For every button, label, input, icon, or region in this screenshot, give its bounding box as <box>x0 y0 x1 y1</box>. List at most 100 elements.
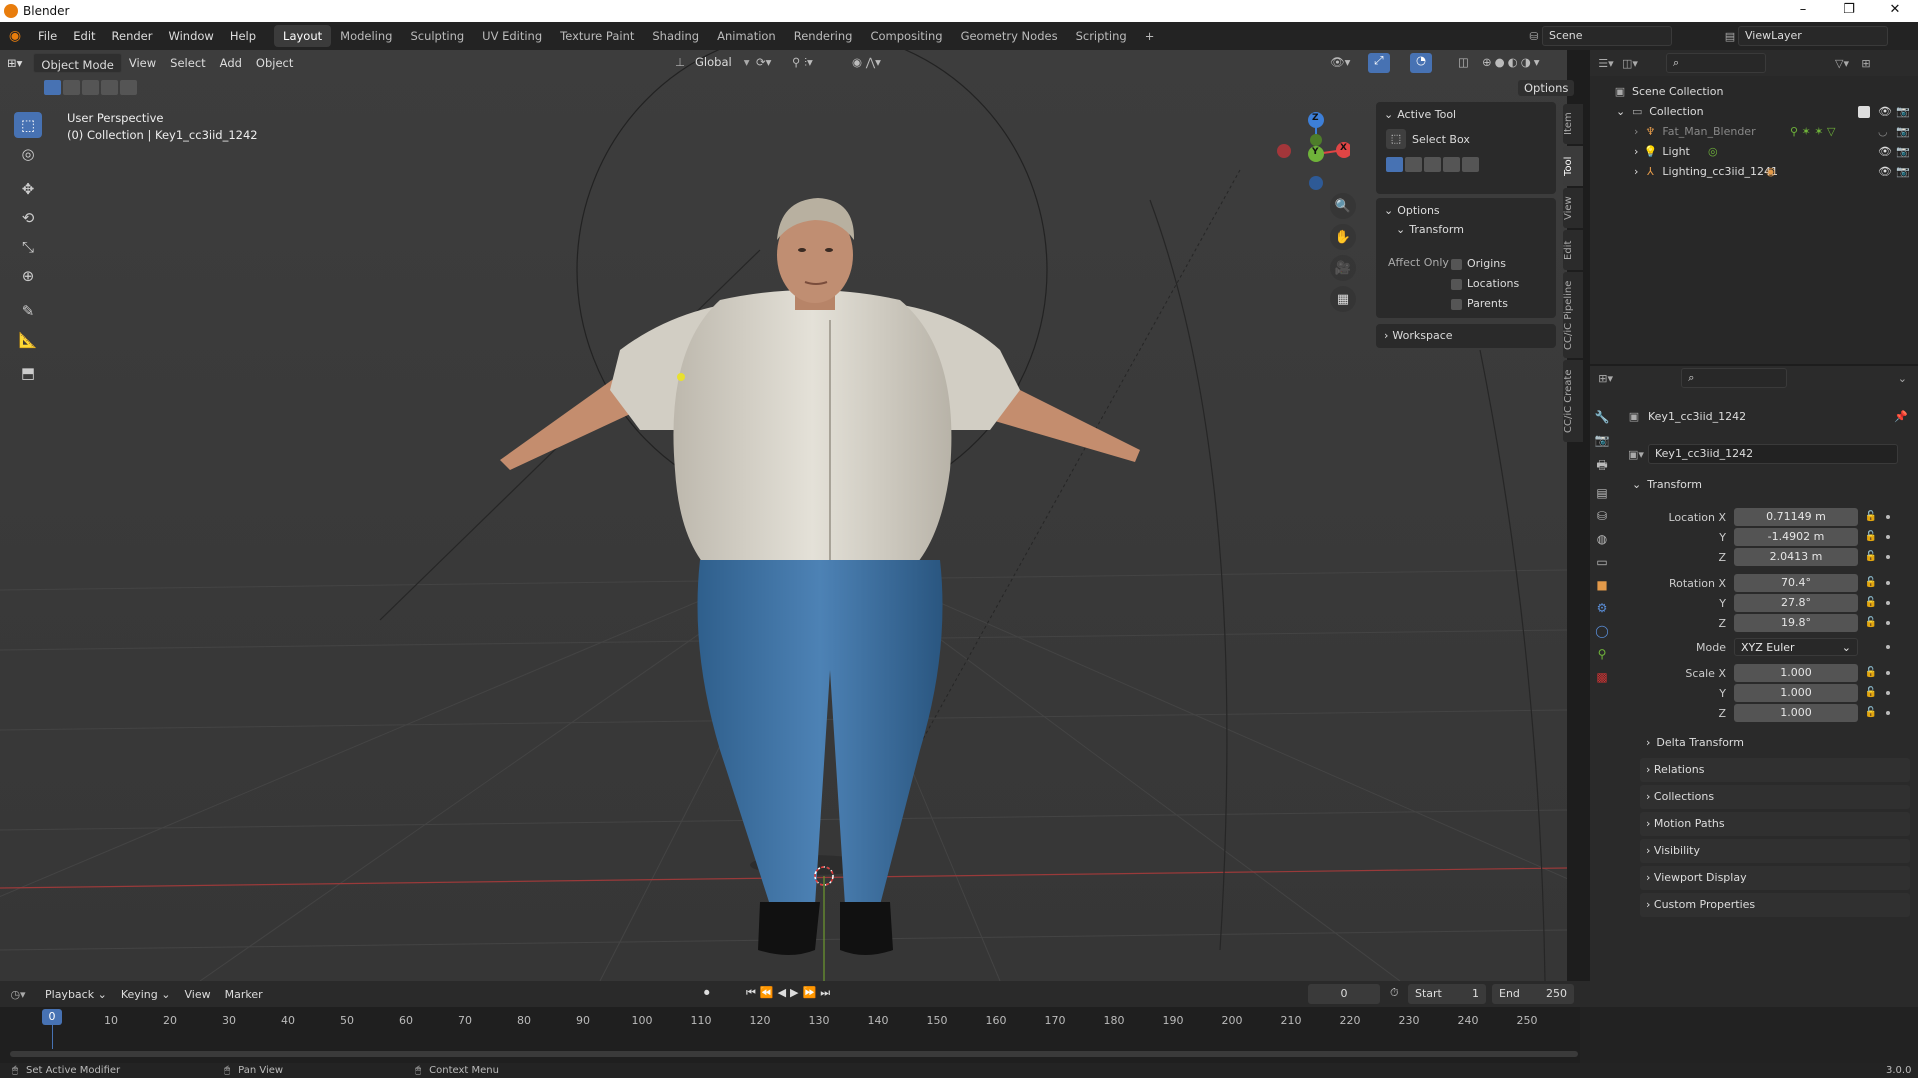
sidebar-tab-item[interactable]: Item <box>1563 104 1583 144</box>
viewport-options-button[interactable]: Options <box>1518 80 1575 96</box>
blender-menu-icon[interactable]: ◉ <box>0 28 30 44</box>
outliner-item-light[interactable]: › 💡 Light ◎ 👁 📷 <box>1590 142 1918 162</box>
select-box-tool-icon[interactable]: ⬚ <box>14 112 42 138</box>
snap-icon[interactable]: ⚲ ⫶▾ <box>792 55 813 70</box>
add-cube-tool-icon[interactable]: ⬒ <box>14 360 42 386</box>
start-frame-field[interactable]: Start 1 <box>1408 984 1486 1004</box>
relations-panel-header[interactable]: › Relations <box>1640 758 1910 782</box>
menu-render[interactable]: Render <box>104 22 161 50</box>
shading-mode-icons[interactable]: ⊕●◐◑▾ <box>1482 55 1543 69</box>
workspace-tab-scripting[interactable]: Scripting <box>1067 25 1136 47</box>
eye-icon[interactable]: 👁 <box>1878 142 1892 162</box>
timeline-menu-keying[interactable]: Keying ⌄ <box>114 986 178 1003</box>
object-datablock-icon[interactable]: ▣▾ <box>1628 448 1644 461</box>
workspace-panel-header[interactable]: › Workspace <box>1376 324 1556 348</box>
keyframe-dot-icon[interactable] <box>1886 515 1890 519</box>
eye-hidden-icon[interactable]: ◡ <box>1878 122 1888 142</box>
sidebar-tab-tool[interactable]: Tool <box>1563 146 1583 186</box>
collection-tab-icon[interactable]: ▭ <box>1596 555 1607 569</box>
pan-hand-icon[interactable]: ✋ <box>1330 224 1356 250</box>
lock-icon[interactable]: 🔓 <box>1864 511 1878 523</box>
camera-view-icon[interactable]: 🎥 <box>1330 255 1356 281</box>
rotation-x-field[interactable]: 70.4° <box>1734 574 1858 592</box>
add-workspace-button[interactable]: + <box>1136 25 1164 47</box>
select-extend-icon[interactable] <box>63 80 80 95</box>
workspace-tab-modeling[interactable]: Modeling <box>331 25 401 47</box>
pin-icon[interactable]: 📌 <box>1894 410 1908 423</box>
properties-editor-icon[interactable]: ⊞▾ <box>1598 372 1613 385</box>
tool-mode-extend-icon[interactable] <box>1405 157 1422 172</box>
view-layer-name-field[interactable]: ViewLayer <box>1738 26 1888 46</box>
view-layer-tab-icon[interactable]: ▤ <box>1596 486 1607 500</box>
outliner-collection[interactable]: ⌄ ▭ Collection 👁 📷 <box>1590 102 1918 122</box>
visibility-panel-header[interactable]: › Visibility <box>1640 839 1910 863</box>
workspace-tab-compositing[interactable]: Compositing <box>861 25 951 47</box>
close-button[interactable]: ✕ <box>1872 0 1918 22</box>
timeline-editor-icon[interactable]: ◷▾ <box>10 988 26 1001</box>
object-tab-icon[interactable]: ■ <box>1596 578 1607 592</box>
location-x-field[interactable]: 0.71149 m <box>1734 508 1858 526</box>
timeline-menu-marker[interactable]: Marker <box>218 986 270 1003</box>
lock-icon[interactable]: 🔓 <box>1864 617 1878 629</box>
keyframe-dot-icon[interactable] <box>1886 711 1890 715</box>
viewport-menu-add[interactable]: Add <box>213 54 249 72</box>
lock-icon[interactable]: 🔓 <box>1864 551 1878 563</box>
properties-search-input[interactable]: ⌕ <box>1681 368 1787 388</box>
texture-tab-icon[interactable]: ▩ <box>1596 670 1607 684</box>
scene-selector[interactable]: ⛁ Scene <box>1526 26 1672 46</box>
keyframe-dot-icon[interactable] <box>1886 581 1890 585</box>
sidebar-tab-view[interactable]: View <box>1563 188 1583 228</box>
workspace-tab-sculpting[interactable]: Sculpting <box>401 25 473 47</box>
select-invert-icon[interactable] <box>101 80 118 95</box>
outliner-item-fat-man[interactable]: › ♆ Fat_Man_Blender ⚲ ✶ ✶ ▽ ◡ 📷 <box>1590 122 1918 142</box>
playback-controls[interactable]: ⏮⏪◀▶⏩⏭ <box>746 986 834 1000</box>
location-z-field[interactable]: 2.0413 m <box>1734 548 1858 566</box>
eye-icon[interactable]: 👁 <box>1878 162 1892 182</box>
object-name-field[interactable]: Key1_cc3iid_1242 <box>1648 444 1898 464</box>
outliner-scene-collection[interactable]: ▣ Scene Collection <box>1590 82 1918 102</box>
select-new-icon[interactable] <box>44 80 61 95</box>
viewport-menu-view[interactable]: View <box>122 54 163 72</box>
view-layer-selector[interactable]: ▤ ViewLayer <box>1722 26 1888 46</box>
viewport-menu-object[interactable]: Object <box>249 54 300 72</box>
origins-checkbox[interactable]: Origins <box>1451 254 1519 274</box>
motion-paths-panel-header[interactable]: › Motion Paths <box>1640 812 1910 836</box>
scene-name-field[interactable]: Scene <box>1542 26 1672 46</box>
lock-icon[interactable]: 🔓 <box>1864 577 1878 589</box>
transform-subheader[interactable]: ⌄ Transform <box>1376 223 1556 236</box>
cursor-tool-icon[interactable]: ◎ <box>14 141 42 167</box>
clock-icon[interactable]: ⏱ <box>1390 986 1399 1000</box>
delta-transform-header[interactable]: › Delta Transform <box>1646 736 1744 749</box>
keyframe-dot-icon[interactable] <box>1886 691 1890 695</box>
options-header[interactable]: ⌄ Options <box>1376 198 1556 223</box>
move-tool-icon[interactable]: ✥ <box>14 176 42 202</box>
camera-icon[interactable]: 📷 <box>1896 162 1910 182</box>
eye-icon[interactable]: 👁 <box>1878 102 1892 122</box>
menu-help[interactable]: Help <box>222 22 264 50</box>
viewport-menu-select[interactable]: Select <box>163 54 212 72</box>
visibility-icon[interactable]: 👁▾ <box>1330 55 1350 69</box>
workspace-tab-shading[interactable]: Shading <box>643 25 708 47</box>
scene-tab-icon[interactable]: ⛁ <box>1597 509 1607 523</box>
transform-tool-icon[interactable]: ⊕ <box>14 263 42 289</box>
timeline-menu-view[interactable]: View <box>177 986 217 1003</box>
outliner-editor-icon[interactable]: ☰▾ <box>1598 57 1614 70</box>
keyframe-dot-icon[interactable] <box>1886 555 1890 559</box>
collections-panel-header[interactable]: › Collections <box>1640 785 1910 809</box>
rotation-y-field[interactable]: 27.8° <box>1734 594 1858 612</box>
lock-icon[interactable]: 🔓 <box>1864 707 1878 719</box>
zoom-icon[interactable]: 🔍 <box>1330 193 1356 219</box>
camera-icon[interactable]: 📷 <box>1896 142 1910 162</box>
rotation-z-field[interactable]: 19.8° <box>1734 614 1858 632</box>
keyframe-dot-icon[interactable] <box>1886 535 1890 539</box>
workspace-tab-layout[interactable]: Layout <box>274 25 332 47</box>
annotate-tool-icon[interactable]: ✎ <box>14 298 42 324</box>
gizmo-toggle-icon[interactable]: ⤢ <box>1368 53 1390 73</box>
active-tool-header[interactable]: ⌄ Active Tool <box>1376 102 1556 127</box>
overlay-toggle-icon[interactable]: ◔ <box>1410 53 1432 73</box>
transform-panel-header[interactable]: ⌄ Transform <box>1632 478 1702 491</box>
timeline-menu-playback[interactable]: Playback ⌄ <box>38 986 114 1003</box>
workspace-tab-texture-paint[interactable]: Texture Paint <box>551 25 643 47</box>
output-tab-icon[interactable]: 🖶 <box>1596 456 1607 477</box>
xray-toggle-icon[interactable]: ◫ <box>1458 55 1469 69</box>
